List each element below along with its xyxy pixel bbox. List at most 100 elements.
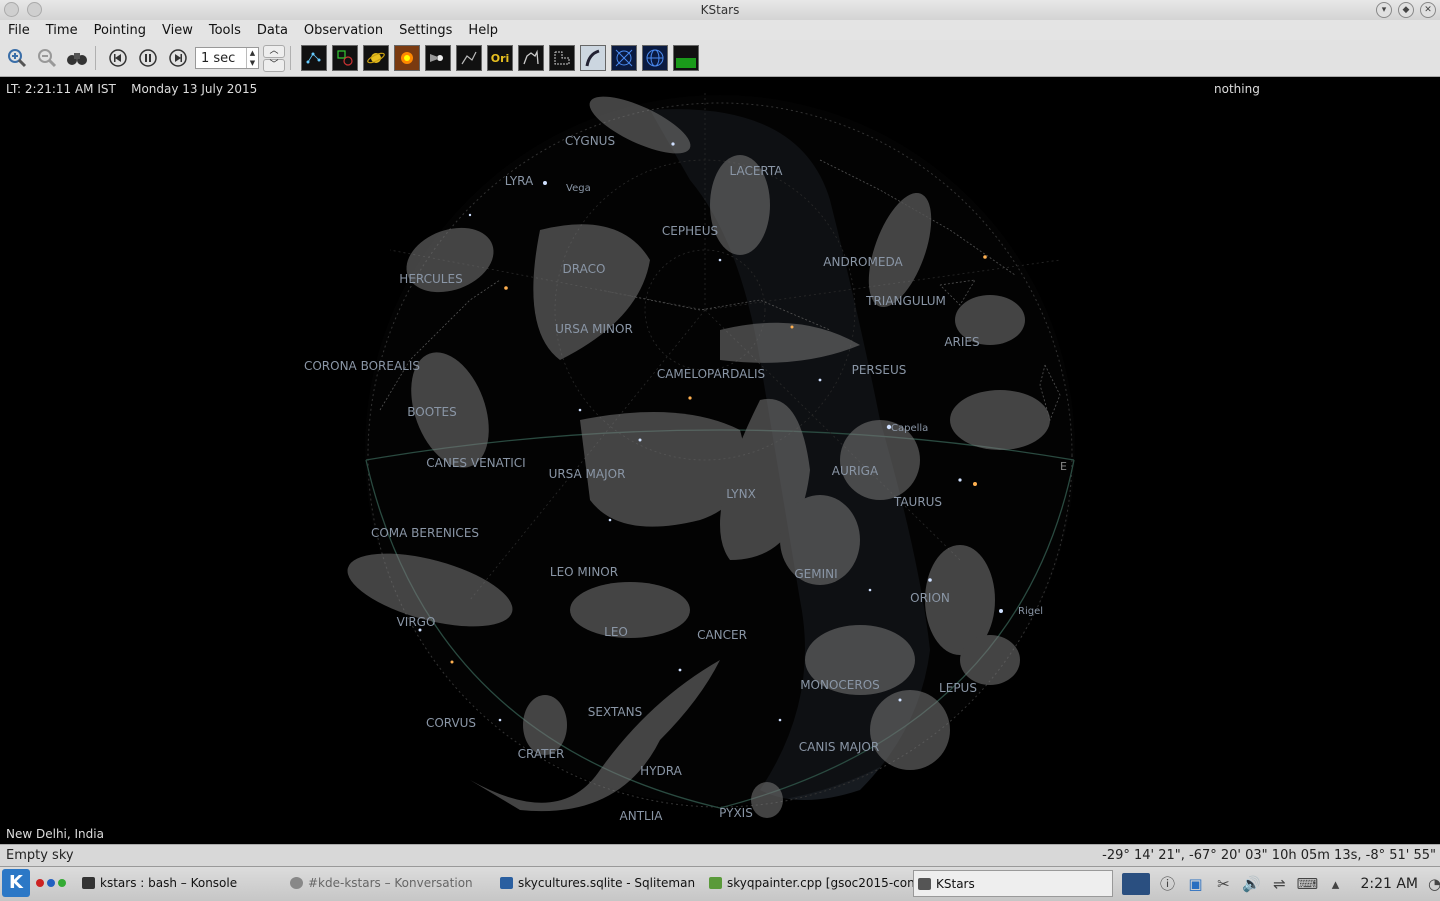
task-label: #kde-kstars – Konversation (308, 876, 473, 890)
constellation-label: ANTLIA (620, 809, 664, 823)
title-bar: KStars ▾ ◆ ✕ (0, 0, 1440, 21)
konsole-icon (82, 877, 95, 889)
constellation-names-label: Ori (490, 51, 510, 65)
sky-map[interactable]: CYGNUS LYRA LACERTA CEPHEUS HERCULES DRACO AND… (0, 77, 1440, 844)
constellation-lines-icon[interactable] (456, 45, 482, 71)
sqliteman-icon (500, 877, 513, 889)
sky-chart: CYGNUS LYRA LACERTA CEPHEUS HERCULES DRACO AND… (304, 90, 1075, 823)
main-toolbar: 1 sec ▲ ▼ ︿ ﹀ Ori (0, 40, 1440, 77)
status-object: Empty sky (6, 848, 74, 863)
constellation-label: CAMELOPARDALIS (657, 367, 765, 381)
constellation-label: LEO MINOR (550, 565, 618, 579)
task-konversation[interactable]: #kde-kstars – Konversation (286, 870, 508, 897)
close-icon[interactable]: ✕ (1420, 2, 1436, 18)
step-forward-icon[interactable] (165, 45, 191, 71)
clipboard-icon[interactable]: ▣ (1184, 873, 1206, 895)
menu-settings[interactable]: Settings (391, 23, 460, 38)
constellation-label: URSA MINOR (555, 322, 633, 336)
kde-launcher-icon[interactable]: K (2, 869, 30, 897)
task-label: skycultures.sqlite - Sqliteman (518, 876, 696, 890)
toolbar-separator (290, 46, 291, 70)
constellation-label: TRIANGULUM (865, 294, 946, 308)
deep-sky-icon[interactable] (332, 45, 358, 71)
menu-data[interactable]: Data (249, 23, 296, 38)
milky-way-icon[interactable] (580, 45, 606, 71)
stars-icon[interactable] (301, 45, 327, 71)
minimize-icon[interactable]: ▾ (1376, 2, 1392, 18)
task-sqliteman[interactable]: skycultures.sqlite - Sqliteman (496, 870, 718, 897)
zoom-in-icon[interactable] (4, 45, 30, 71)
desktop-1-icon[interactable] (36, 879, 44, 887)
clock[interactable]: 2:21 AM (1360, 876, 1418, 892)
constellation-label: DRACO (563, 262, 606, 276)
constellation-label: LEPUS (939, 681, 977, 695)
show-desktop-icon[interactable] (1122, 873, 1151, 895)
constellation-label: HERCULES (399, 272, 462, 286)
zoom-out-icon[interactable] (34, 45, 60, 71)
constellation-label: COMA BERENICES (371, 526, 479, 540)
step-back-icon[interactable] (105, 45, 131, 71)
constellation-label: HYDRA (640, 764, 682, 778)
constellation-label: CANES VENATICI (426, 456, 525, 470)
menu-help[interactable]: Help (460, 23, 506, 38)
tray-expand-icon[interactable]: ▴ (1324, 873, 1346, 895)
constellation-label: CRATER (518, 747, 565, 761)
time-step-spinner[interactable]: ▲ ▼ (246, 48, 258, 68)
desktop-pager[interactable] (36, 879, 66, 887)
constellation-names-icon[interactable]: Ori (487, 45, 513, 71)
constellation-boundaries-icon[interactable] (549, 45, 575, 71)
konversation-icon (290, 877, 303, 889)
binoculars-icon[interactable] (64, 45, 90, 71)
pause-icon[interactable] (135, 45, 161, 71)
volume-icon[interactable]: 🔊 (1240, 873, 1262, 895)
ground-icon[interactable] (673, 45, 699, 71)
task-konsole[interactable]: kstars : bash – Konsole (78, 870, 300, 897)
panel-toolbox-icon[interactable]: ◔ (1428, 873, 1440, 895)
local-time-readout: LT: 2:21:11 AM IST Monday 13 July 2015 (6, 82, 257, 96)
constellation-label: VIRGO (397, 615, 436, 629)
maximize-icon[interactable]: ◆ (1398, 2, 1414, 18)
menu-bar: File Time Pointing View Tools Data Obser… (0, 20, 1440, 40)
desktop-3-icon[interactable] (58, 879, 66, 887)
menu-time[interactable]: Time (38, 23, 86, 38)
constellation-art-icon[interactable] (518, 45, 544, 71)
window-title: KStars (700, 3, 740, 17)
time-step-field[interactable]: 1 sec ▲ ▼ (195, 47, 259, 69)
kdevelop-icon (709, 877, 722, 889)
menu-file[interactable]: File (0, 23, 38, 38)
constellation-label: ORION (910, 591, 950, 605)
constellation-label: LACERTA (730, 164, 784, 178)
comets-icon[interactable] (425, 45, 451, 71)
task-kdevelop[interactable]: skyqpainter.cpp [gsoc2015-cons (705, 870, 925, 897)
constellation-label: ANDROMEDA (823, 255, 903, 269)
constellation-label: CORONA BOREALIS (304, 359, 420, 373)
task-kstars[interactable]: KStars (913, 870, 1113, 897)
unit-down-icon[interactable]: ﹀ (263, 59, 285, 72)
menu-view[interactable]: View (154, 23, 201, 38)
star-label: Rigel (1018, 606, 1043, 617)
constellation-label: ARIES (944, 335, 979, 349)
usb-icon[interactable]: ⇌ (1268, 873, 1290, 895)
constellation-label: BOOTES (407, 405, 456, 419)
system-tray: ⓘ ▣ ✂ 🔊 ⇌ ⌨ ▴ 2:21 AM ◔ (1116, 867, 1440, 901)
equatorial-grid-icon[interactable] (611, 45, 637, 71)
constellation-label: CANIS MAJOR (799, 740, 879, 754)
constellation-label: TAURUS (893, 495, 942, 509)
constellation-label: CEPHEUS (662, 224, 718, 238)
planets-icon[interactable] (363, 45, 389, 71)
constellation-label: MONOCEROS (800, 678, 880, 692)
menu-tools[interactable]: Tools (201, 23, 249, 38)
time-unit-stepper[interactable]: ︿ ﹀ (263, 45, 285, 72)
horizontal-grid-icon[interactable] (642, 45, 668, 71)
network-icon[interactable]: ⌨ (1296, 873, 1319, 895)
notifications-icon[interactable]: ⓘ (1156, 873, 1178, 895)
scissors-icon[interactable]: ✂ (1212, 873, 1234, 895)
menu-pointing[interactable]: Pointing (86, 23, 154, 38)
local-date: Monday 13 July 2015 (131, 82, 258, 96)
menu-observation[interactable]: Observation (296, 23, 391, 38)
unit-up-icon[interactable]: ︿ (263, 45, 285, 58)
star-label: Vega (566, 183, 591, 194)
desktop-2-icon[interactable] (47, 879, 55, 887)
constellation-label: SEXTANS (588, 705, 642, 719)
supernovae-icon[interactable] (394, 45, 420, 71)
